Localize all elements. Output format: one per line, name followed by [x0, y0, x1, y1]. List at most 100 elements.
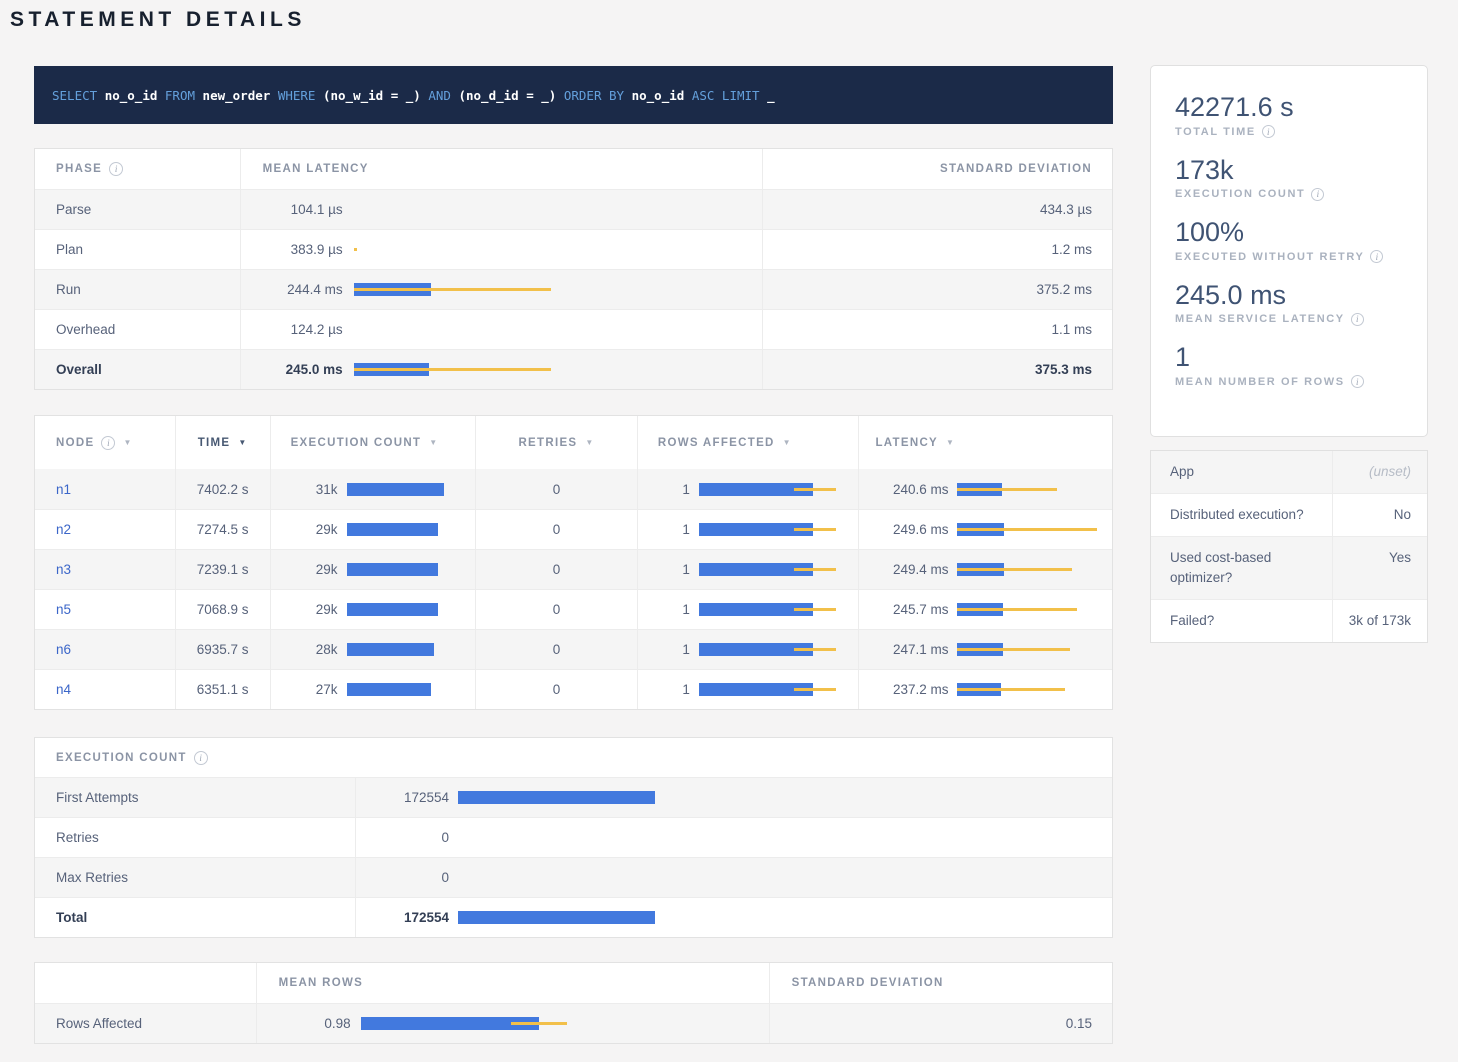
phase-name: Plan: [35, 230, 241, 269]
retries-value: 0: [476, 670, 638, 709]
sort-arrow-icon: ▼: [429, 438, 438, 447]
stat-label: MEAN SERVICE LATENCYi: [1175, 313, 1427, 326]
stat-label-text: EXECUTION COUNT: [1175, 188, 1305, 200]
execution-count-value: 28k: [291, 642, 338, 657]
stat-total-time: 42271.6 s TOTAL TIMEi: [1175, 92, 1427, 138]
node-link[interactable]: n4: [56, 682, 71, 697]
rows-affected-column-header[interactable]: ROWS AFFECTED ▼: [638, 416, 860, 469]
sql-identifier: no_o_id: [105, 88, 158, 103]
execution-count-bar: [458, 871, 692, 885]
stat-value: 1: [1175, 342, 1427, 372]
latency-bar: [957, 563, 1100, 577]
node-link[interactable]: n6: [56, 642, 71, 657]
node-table: NODE i ▼ TIME ▼ EXECUTION COUNT ▼ RETRIE…: [34, 415, 1113, 710]
rows-affected-value: 1: [678, 642, 690, 657]
latency-bar: [354, 363, 762, 377]
stddev-line-yellow: [794, 488, 836, 491]
table-row: First Attempts 172554: [35, 777, 1112, 817]
execution-count-value: 31k: [291, 482, 338, 497]
execution-count-value: 29k: [291, 522, 338, 537]
info-icon[interactable]: i: [194, 751, 208, 765]
execution-count-table-header: EXECUTION COUNT i: [35, 738, 1112, 777]
latency-bar: [957, 683, 1100, 697]
execution-count-value: 27k: [291, 682, 338, 697]
info-icon[interactable]: i: [101, 436, 115, 450]
sql-keyword: FROM: [165, 88, 195, 103]
stat-mean-number-of-rows: 1 MEAN NUMBER OF ROWS i: [1175, 342, 1427, 388]
execution-count-bar: [458, 831, 692, 845]
detail-row-failed: Failed? 3k of 173k: [1151, 599, 1427, 642]
table-row: n3 7239.1 s 29k 0 1 249.4 ms: [35, 549, 1112, 589]
sort-arrow-icon: ▼: [946, 438, 955, 447]
detail-label: Failed?: [1151, 600, 1333, 642]
stat-executed-without-retry: 100% EXECUTED WITHOUT RETRYi: [1175, 217, 1427, 263]
sql-statement-box: SELECT no_o_id FROM new_order WHERE (no_…: [34, 66, 1113, 124]
execution-count-column-header[interactable]: EXECUTION COUNT ▼: [271, 416, 477, 469]
node-link[interactable]: n3: [56, 562, 71, 577]
phase-name: Parse: [35, 190, 241, 229]
table-row: Parse 104.1 µs 434.3 µs: [35, 189, 1112, 229]
latency-value: 247.1 ms: [875, 642, 948, 657]
mean-latency-value: 245.0 ms: [263, 362, 343, 377]
mean-latency-value: 244.4 ms: [263, 282, 343, 297]
sort-arrow-icon: ▼: [238, 438, 247, 447]
table-row: n1 7402.2 s 31k 0 1 240.6 ms: [35, 469, 1112, 509]
table-row: Plan 383.9 µs 1.2 ms: [35, 229, 1112, 269]
execution-count-table: EXECUTION COUNT i First Attempts 172554 …: [34, 737, 1113, 938]
time-column-header[interactable]: TIME ▼: [176, 416, 271, 469]
stat-label-text: MEAN NUMBER OF ROWS: [1175, 376, 1345, 388]
info-icon[interactable]: i: [109, 162, 123, 176]
table-row: Overall 245.0 ms 375.3 ms: [35, 349, 1112, 389]
exec-row-value: 172554: [364, 910, 449, 925]
detail-row-distributed-execution: Distributed execution? No: [1151, 493, 1427, 536]
mean-latency-header-cell: MEAN LATENCY: [241, 149, 763, 189]
detail-label: Used cost-based optimizer?: [1151, 537, 1333, 599]
info-icon[interactable]: i: [1262, 125, 1275, 138]
latency-value: 237.2 ms: [875, 682, 948, 697]
node-link[interactable]: n5: [56, 602, 71, 617]
rows-affected-bar: [699, 683, 839, 697]
time-value: 7068.9 s: [176, 590, 271, 629]
info-icon[interactable]: i: [1351, 375, 1364, 388]
node-link[interactable]: n2: [56, 522, 71, 537]
sql-identifier: new_order: [203, 88, 271, 103]
stddev-line-yellow: [957, 688, 1065, 691]
sort-arrow-icon: ▼: [783, 438, 792, 447]
retries-value: 0: [476, 630, 638, 669]
rows-affected-header-label: ROWS AFFECTED: [658, 437, 775, 449]
rows-affected-table: MEAN ROWS STANDARD DEVIATION Rows Affect…: [34, 962, 1113, 1044]
mean-bar-blue: [458, 911, 655, 924]
table-row: Rows Affected 0.98 0.15: [35, 1003, 1112, 1043]
table-row: Total 172554: [35, 897, 1112, 937]
stddev-line-yellow: [794, 568, 836, 571]
mean-latency-value: 104.1 µs: [263, 202, 343, 217]
stat-mean-service-latency: 245.0 ms MEAN SERVICE LATENCYi: [1175, 280, 1427, 326]
latency-header-label: LATENCY: [875, 437, 938, 449]
table-row: Max Retries 0: [35, 857, 1112, 897]
sql-keyword: SELECT: [52, 88, 97, 103]
stddev-line-yellow: [794, 648, 836, 651]
phase-name: Run: [35, 270, 241, 309]
execution-count-bar: [347, 683, 476, 697]
node-column-header[interactable]: NODE i ▼: [35, 416, 176, 469]
sql-identifier: (no_d_id = _): [458, 88, 556, 103]
node-link[interactable]: n1: [56, 482, 71, 497]
mean-latency-value: 383.9 µs: [263, 242, 343, 257]
rows-affected-label: Rows Affected: [35, 1004, 257, 1043]
info-icon[interactable]: i: [1311, 188, 1324, 201]
retries-column-header[interactable]: RETRIES ▼: [476, 416, 638, 469]
rows-affected-bar: [699, 523, 839, 537]
exec-row-value: 172554: [364, 790, 449, 805]
info-icon[interactable]: i: [1370, 250, 1383, 263]
table-row: Overhead 124.2 µs 1.1 ms: [35, 309, 1112, 349]
info-icon[interactable]: i: [1351, 313, 1364, 326]
exec-row-label: Retries: [35, 818, 356, 857]
mean-latency-value: 124.2 µs: [263, 322, 343, 337]
stddev-line-yellow: [794, 688, 836, 691]
latency-value: 249.4 ms: [875, 562, 948, 577]
blank-header-cell: [35, 963, 257, 1003]
phase-table-header: PHASE i MEAN LATENCY STANDARD DEVIATION: [35, 149, 1112, 189]
execution-count-bar: [458, 911, 692, 925]
latency-column-header[interactable]: LATENCY ▼: [859, 416, 1112, 469]
mean-bar-blue: [347, 683, 431, 696]
